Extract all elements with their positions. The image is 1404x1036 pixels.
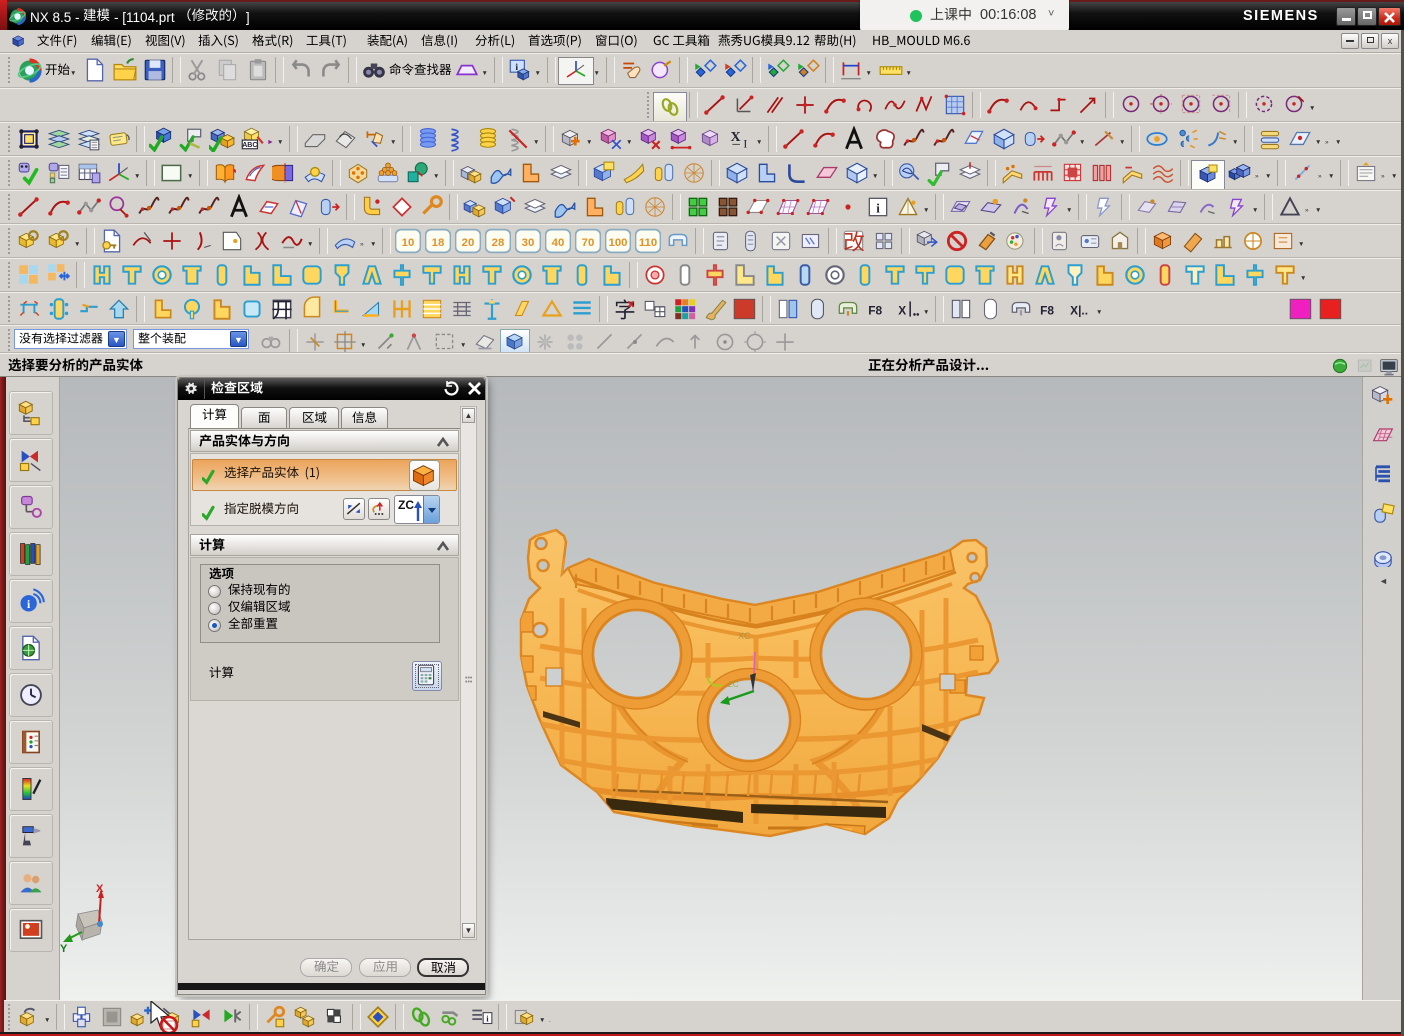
svg-text:XC: XC bbox=[738, 631, 751, 641]
svg-text:110: 110 bbox=[639, 237, 657, 249]
svg-text:100: 100 bbox=[609, 237, 628, 249]
svg-text:ABC: ABC bbox=[242, 142, 257, 149]
svg-text:X: X bbox=[96, 883, 104, 895]
svg-text:40: 40 bbox=[552, 237, 565, 249]
svg-text:ZC: ZC bbox=[728, 680, 739, 689]
svg-text:X: X bbox=[730, 129, 740, 145]
svg-text:F8: F8 bbox=[868, 303, 882, 317]
svg-text:Y: Y bbox=[60, 943, 68, 955]
svg-text:i: i bbox=[876, 200, 880, 215]
svg-text:10: 10 bbox=[402, 237, 415, 249]
svg-text:28: 28 bbox=[492, 237, 505, 249]
svg-text:I: I bbox=[743, 137, 747, 151]
svg-text:70: 70 bbox=[582, 237, 595, 249]
svg-text:20: 20 bbox=[462, 237, 475, 249]
svg-text:30: 30 bbox=[522, 237, 535, 249]
svg-text:18: 18 bbox=[432, 237, 445, 249]
svg-text:X: X bbox=[898, 303, 906, 317]
svg-text:F8: F8 bbox=[1040, 303, 1054, 317]
svg-text:X|..: X|.. bbox=[1070, 303, 1088, 317]
